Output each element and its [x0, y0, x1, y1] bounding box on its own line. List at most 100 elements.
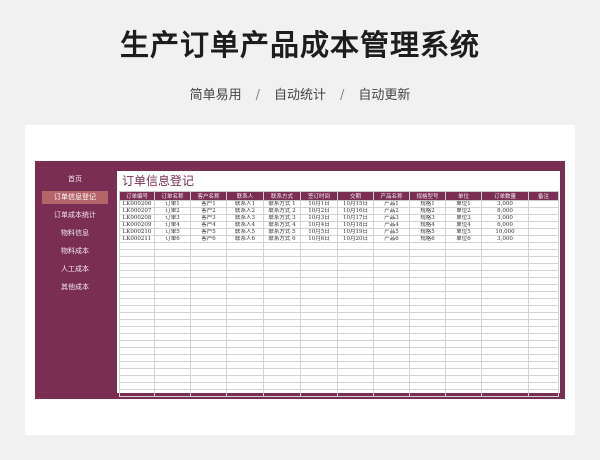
table-cell[interactable] [481, 256, 529, 264]
table-cell[interactable] [337, 368, 374, 376]
table-cell[interactable] [226, 347, 264, 355]
table-cell[interactable] [154, 361, 191, 369]
table-cell[interactable] [481, 389, 529, 397]
table-cell[interactable] [373, 340, 410, 348]
table-cell[interactable] [190, 277, 227, 285]
table-cell[interactable]: 联系方式 1 [263, 200, 301, 208]
table-cell[interactable] [119, 389, 155, 397]
table-row-empty[interactable] [119, 319, 559, 327]
table-cell[interactable] [409, 375, 446, 383]
table-cell[interactable] [154, 333, 191, 341]
table-cell[interactable] [337, 375, 374, 383]
table-row-empty[interactable] [119, 347, 559, 355]
table-cell[interactable] [528, 368, 559, 376]
table-cell[interactable] [226, 284, 264, 292]
table-cell[interactable] [445, 249, 482, 257]
table-cell[interactable]: 10月17日 [337, 214, 374, 222]
table-cell[interactable] [154, 389, 191, 397]
table-cell[interactable] [119, 298, 155, 306]
table-cell[interactable] [481, 277, 529, 285]
table-cell[interactable] [263, 361, 301, 369]
table-cell[interactable] [190, 354, 227, 362]
table-cell[interactable] [409, 312, 446, 320]
table-cell[interactable] [445, 291, 482, 299]
sidebar-item-material-info[interactable]: 物料信息 [42, 227, 108, 240]
table-cell[interactable] [226, 382, 264, 390]
table-row-empty[interactable] [119, 375, 559, 383]
table-cell[interactable] [190, 319, 227, 327]
table-cell[interactable] [373, 347, 410, 355]
table-cell[interactable] [226, 326, 264, 334]
table-cell[interactable] [226, 312, 264, 320]
table-cell[interactable] [373, 270, 410, 278]
table-cell[interactable] [263, 242, 301, 250]
table-cell[interactable] [445, 326, 482, 334]
table-cell[interactable] [337, 256, 374, 264]
table-cell[interactable] [263, 333, 301, 341]
table-row-empty[interactable] [119, 361, 559, 369]
table-cell[interactable] [481, 319, 529, 327]
table-cell[interactable] [528, 284, 559, 292]
table-cell[interactable] [445, 312, 482, 320]
table-cell[interactable]: 联系人2 [226, 207, 264, 215]
table-cell[interactable]: 3,000 [481, 200, 529, 208]
table-cell[interactable] [373, 263, 410, 271]
table-cell[interactable] [154, 284, 191, 292]
table-cell[interactable] [528, 270, 559, 278]
table-cell[interactable] [337, 263, 374, 271]
table-cell[interactable] [373, 319, 410, 327]
table-cell[interactable] [445, 354, 482, 362]
table-cell[interactable] [528, 354, 559, 362]
table-cell[interactable] [263, 256, 301, 264]
sidebar-item-other-cost[interactable]: 其他成本 [42, 281, 108, 294]
table-cell[interactable] [263, 326, 301, 334]
table-cell[interactable]: 单位6 [445, 235, 482, 243]
table-row-empty[interactable] [119, 298, 559, 306]
table-cell[interactable] [528, 207, 559, 215]
table-row-empty[interactable] [119, 326, 559, 334]
table-cell[interactable] [119, 256, 155, 264]
table-cell[interactable] [481, 368, 529, 376]
table-cell[interactable] [154, 326, 191, 334]
table-cell[interactable] [528, 291, 559, 299]
table-cell[interactable] [226, 368, 264, 376]
table-cell[interactable] [481, 312, 529, 320]
table-cell[interactable]: 产品5 [373, 228, 410, 236]
table-cell[interactable] [300, 298, 338, 306]
table-cell[interactable] [528, 298, 559, 306]
table-row[interactable]: LK000208 订单3 客户3 联系人3 联系方式 3 10月3日 10月17日 产品3 规格… [119, 214, 559, 222]
table-cell[interactable] [409, 319, 446, 327]
table-cell[interactable] [528, 249, 559, 257]
table-cell[interactable] [373, 277, 410, 285]
table-cell[interactable] [373, 291, 410, 299]
table-cell[interactable] [409, 333, 446, 341]
table-cell[interactable] [226, 270, 264, 278]
table-cell[interactable] [119, 242, 155, 250]
table-cell[interactable]: 单位3 [445, 214, 482, 222]
table-cell[interactable] [154, 256, 191, 264]
table-cell[interactable] [409, 354, 446, 362]
table-cell[interactable]: 规格4 [409, 221, 446, 229]
table-cell[interactable] [528, 242, 559, 250]
table-cell[interactable] [119, 361, 155, 369]
table-cell[interactable] [337, 326, 374, 334]
table-cell[interactable] [119, 270, 155, 278]
table-cell[interactable] [409, 305, 446, 313]
table-cell[interactable] [528, 235, 559, 243]
table-cell[interactable] [300, 249, 338, 257]
table-row-empty[interactable] [119, 312, 559, 320]
table-cell[interactable] [481, 361, 529, 369]
table-cell[interactable] [409, 347, 446, 355]
table-cell[interactable] [263, 375, 301, 383]
table-cell[interactable] [226, 291, 264, 299]
table-cell[interactable] [226, 277, 264, 285]
table-cell[interactable] [263, 270, 301, 278]
table-cell[interactable] [226, 249, 264, 257]
table-cell[interactable] [481, 249, 529, 257]
table-cell[interactable] [337, 389, 374, 397]
table-cell[interactable] [300, 389, 338, 397]
table-cell[interactable] [263, 340, 301, 348]
table-cell[interactable] [481, 291, 529, 299]
table-cell[interactable] [337, 319, 374, 327]
table-cell[interactable]: LK000210 [119, 228, 155, 236]
